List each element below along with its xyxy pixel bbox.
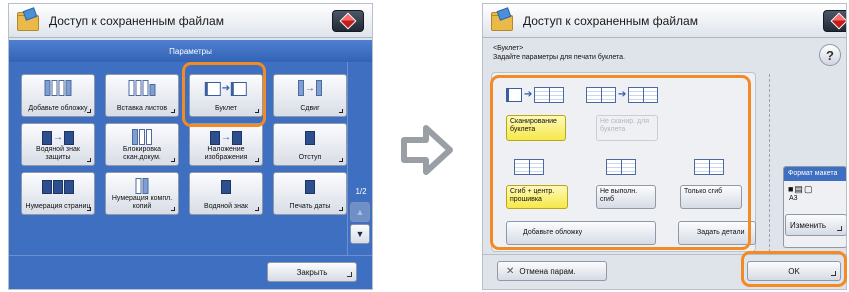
tile-label: Водяной знак bbox=[204, 203, 248, 210]
section-header: Параметры bbox=[9, 40, 372, 62]
tile-print-date[interactable]: Печать даты bbox=[273, 172, 347, 215]
tile-copy-set-numbering[interactable]: Нумерация компл. копий bbox=[105, 172, 179, 215]
booklet-screen: Доступ к сохраненным файлам <Буклет> Зад… bbox=[482, 3, 847, 290]
secure-watermark-icon: → bbox=[42, 127, 74, 145]
format-layout-icons: ■▤▢ bbox=[788, 184, 814, 194]
ok-highlight bbox=[741, 251, 847, 287]
tile-margin[interactable]: Отступ bbox=[273, 123, 347, 166]
print-date-icon bbox=[305, 176, 315, 194]
tile-page-numbering[interactable]: Нумерация страниц bbox=[21, 172, 95, 215]
page-indicator: 1/2 bbox=[355, 187, 367, 196]
tile-watermark[interactable]: Водяной знак bbox=[189, 172, 263, 215]
cancel-label: Отмена парам. bbox=[519, 266, 576, 276]
help-button[interactable]: ? bbox=[819, 44, 841, 66]
tile-label: Нумерация страниц bbox=[25, 203, 91, 210]
close-button[interactable]: Закрыть bbox=[267, 262, 357, 282]
home-cube-icon bbox=[830, 12, 846, 30]
cancel-settings-button[interactable]: ✕ Отмена парам. bbox=[497, 261, 607, 281]
image-overlay-icon: → bbox=[210, 127, 242, 145]
tile-add-cover[interactable]: Добавьте обложку bbox=[21, 74, 95, 117]
copy-set-numbering-icon bbox=[135, 176, 149, 194]
tile-shift[interactable]: → Сдвиг bbox=[273, 74, 347, 117]
tile-label: Печать даты bbox=[289, 203, 331, 210]
insert-sheets-icon bbox=[128, 78, 156, 96]
settings-screen: Доступ к сохраненным файлам Параметры До… bbox=[8, 3, 373, 290]
margin-icon bbox=[305, 127, 315, 145]
tile-label: Сдвиг bbox=[300, 105, 320, 112]
dialog-instruction: Задайте параметры для печати буклета. bbox=[493, 54, 626, 61]
format-paper-size: A3 bbox=[789, 195, 798, 202]
flow-arrow-icon bbox=[401, 125, 453, 175]
folder-access-icon bbox=[489, 6, 517, 33]
tile-label: Вставка листов bbox=[116, 105, 168, 112]
tile-label: Добавьте обложку bbox=[28, 105, 88, 112]
tile-label: Блокировка скан.докум. bbox=[122, 146, 162, 161]
options-grid: Добавьте обложку Вставка листов ➔ Буклет… bbox=[9, 62, 347, 255]
home-button[interactable] bbox=[332, 10, 364, 32]
close-label: Закрыть bbox=[296, 267, 328, 277]
folder-access-icon bbox=[15, 6, 43, 33]
tile-label: Водяной знак защиты bbox=[36, 146, 80, 161]
tile-scan-lock[interactable]: Блокировка скан.докум. bbox=[105, 123, 179, 166]
tile-insert-sheets[interactable]: Вставка листов bbox=[105, 74, 179, 117]
tile-label: Отступ bbox=[298, 154, 322, 161]
dialog-header: <Буклет> Задайте параметры для печати бу… bbox=[493, 44, 625, 62]
add-cover-icon bbox=[44, 78, 72, 96]
scan-lock-icon bbox=[132, 127, 152, 145]
screen-title: Доступ к сохраненным файлам bbox=[49, 13, 224, 28]
page-numbering-icon bbox=[42, 176, 74, 194]
tile-label: Наложение изображения bbox=[204, 146, 248, 161]
scroll-up-button[interactable]: ▲ bbox=[350, 202, 370, 222]
scroll-down-button[interactable]: ▼ bbox=[350, 224, 370, 244]
tile-label: Нумерация компл. копий bbox=[111, 195, 173, 210]
tile-secure-watermark[interactable]: → Водяной знак защиты bbox=[21, 123, 95, 166]
tile-image-overlay[interactable]: → Наложение изображения bbox=[189, 123, 263, 166]
home-button[interactable] bbox=[823, 10, 846, 32]
change-format-button[interactable]: Изменить bbox=[785, 214, 846, 236]
options-highlight bbox=[490, 75, 751, 250]
title-bar: Доступ к сохраненным файлам bbox=[483, 4, 846, 38]
format-title: Формат макета bbox=[784, 167, 846, 181]
close-x-icon: ✕ bbox=[506, 265, 515, 277]
watermark-icon bbox=[221, 176, 231, 194]
screen-title: Доступ к сохраненным файлам bbox=[523, 13, 698, 28]
home-cube-icon bbox=[339, 12, 357, 30]
booklet-highlight bbox=[182, 62, 266, 127]
shift-icon: → bbox=[298, 78, 322, 96]
title-bar: Доступ к сохраненным файлам bbox=[9, 4, 372, 38]
change-label: Изменить bbox=[790, 220, 827, 230]
options-divider bbox=[769, 74, 770, 252]
dialog-subtitle: <Буклет> bbox=[493, 45, 524, 52]
